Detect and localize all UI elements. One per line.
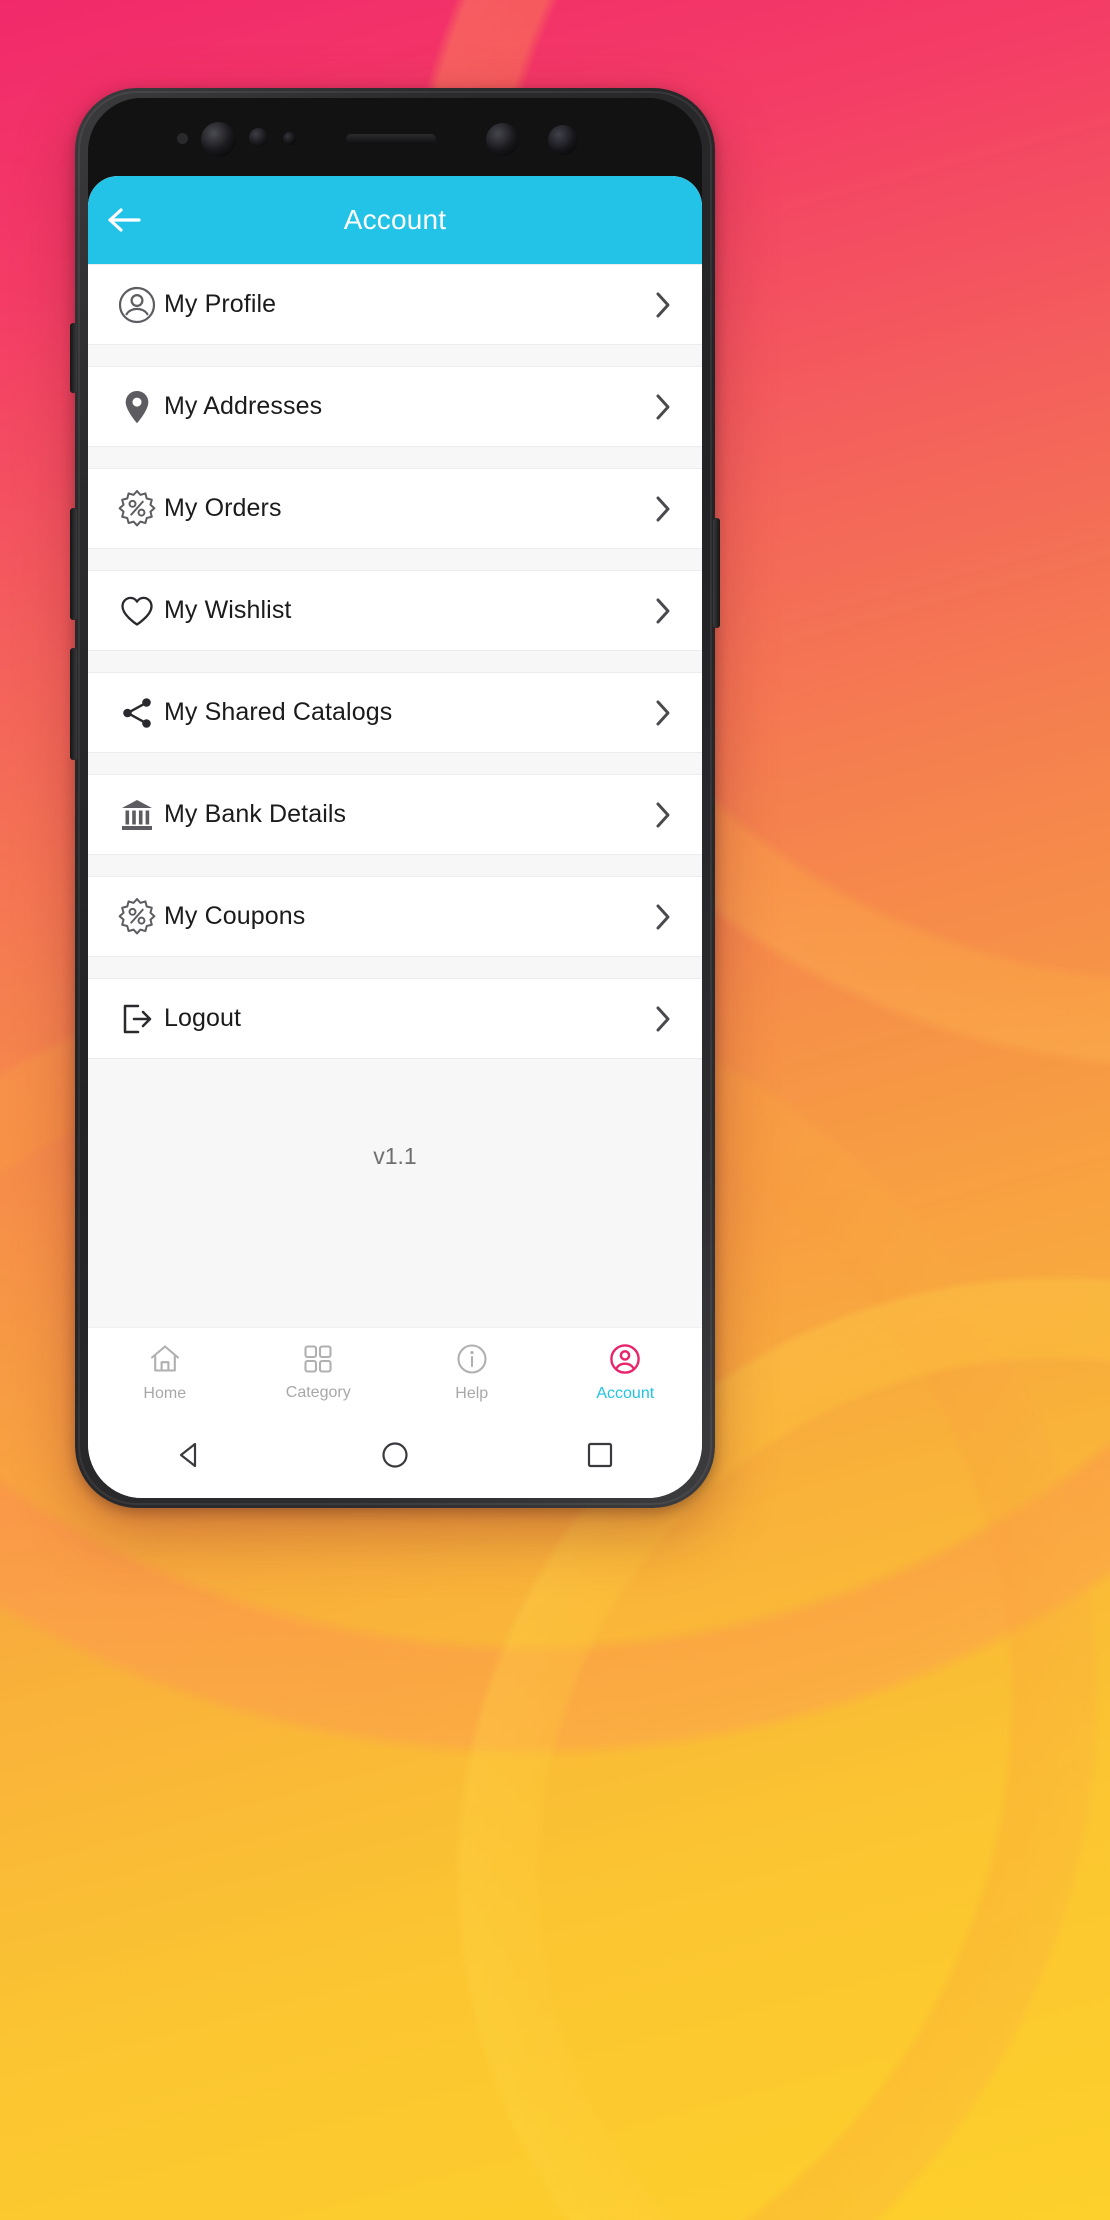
back-button[interactable] (88, 176, 162, 264)
app-header: Account (88, 176, 702, 264)
info-circle-icon (455, 1342, 489, 1381)
menu-divider (88, 549, 702, 570)
percent-badge-icon (110, 488, 164, 530)
menu-divider (88, 957, 702, 978)
percent-badge-icon (110, 896, 164, 938)
phone-mockup: Account My Profile My Addresses My Order… (70, 88, 720, 1508)
phone-side-button[interactable] (70, 323, 77, 393)
tab-label: Category (285, 1383, 351, 1401)
account-menu-list: My Profile My Addresses My Orders My Wis… (88, 264, 702, 1059)
share-icon (110, 693, 164, 733)
chevron-right-icon (646, 290, 680, 320)
earpiece-speaker (346, 134, 436, 144)
android-home-button[interactable] (360, 1427, 430, 1487)
tab-account[interactable]: Account (549, 1342, 703, 1403)
menu-divider (88, 651, 702, 672)
chevron-right-icon (646, 392, 680, 422)
android-navigation-bar (88, 1416, 702, 1498)
menu-item-my-wishlist[interactable]: My Wishlist (88, 570, 702, 651)
menu-item-my-profile[interactable]: My Profile (88, 264, 702, 345)
phone-volume-up-button[interactable] (70, 508, 77, 620)
front-camera-icon (201, 122, 236, 157)
page-title: Account (343, 204, 447, 235)
map-pin-icon (110, 387, 164, 427)
android-recents-square-icon (586, 1441, 614, 1474)
phone-screen: Account My Profile My Addresses My Order… (88, 176, 702, 1498)
sensor-dot-icon (548, 125, 578, 155)
menu-item-label: My Coupons (164, 902, 306, 930)
tab-label: Home (143, 1384, 187, 1402)
version-area: v1.1 (88, 1059, 702, 1254)
menu-item-my-bank-details[interactable]: My Bank Details (88, 774, 702, 855)
tab-home[interactable]: Home (88, 1342, 242, 1403)
menu-item-my-orders[interactable]: My Orders (88, 468, 702, 549)
grid-icon (302, 1343, 334, 1380)
chevron-right-icon (646, 698, 680, 728)
menu-divider (88, 447, 702, 468)
sensor-dot-icon (283, 132, 296, 145)
bottom-tab-bar: Home Category Help Account (88, 1327, 702, 1416)
chevron-right-icon (646, 494, 680, 524)
logout-icon (110, 999, 164, 1039)
menu-item-label: My Shared Catalogs (164, 698, 393, 726)
arrow-left-icon (108, 208, 141, 232)
menu-divider (88, 345, 702, 366)
android-back-button[interactable] (155, 1427, 225, 1487)
app-version-label: v1.1 (373, 1143, 417, 1169)
android-recents-button[interactable] (565, 1427, 635, 1487)
menu-item-logout[interactable]: Logout (88, 978, 702, 1059)
phone-bezel: Account My Profile My Addresses My Order… (88, 98, 702, 1498)
tab-label: Account (596, 1384, 655, 1402)
sensor-dot-icon (249, 128, 268, 147)
phone-top-sensor-bar (88, 98, 702, 176)
menu-item-label: My Wishlist (164, 596, 292, 624)
menu-item-my-addresses[interactable]: My Addresses (88, 366, 702, 447)
bank-icon (110, 795, 164, 835)
phone-power-button[interactable] (713, 518, 720, 628)
sensor-dot-icon (177, 133, 188, 144)
menu-item-label: My Bank Details (164, 800, 347, 828)
heart-icon (110, 591, 164, 631)
menu-divider (88, 753, 702, 774)
android-back-triangle-icon (175, 1440, 205, 1475)
tab-help[interactable]: Help (395, 1342, 549, 1403)
user-circle-icon (608, 1342, 642, 1381)
home-icon (148, 1342, 182, 1381)
menu-item-label: Logout (164, 1004, 242, 1032)
chevron-right-icon (646, 596, 680, 626)
tab-category[interactable]: Category (242, 1343, 396, 1402)
menu-item-label: My Addresses (164, 392, 323, 420)
menu-item-label: My Orders (164, 494, 282, 522)
chevron-right-icon (646, 902, 680, 932)
tab-label: Help (455, 1384, 489, 1402)
android-home-circle-icon (380, 1440, 410, 1475)
menu-item-label: My Profile (164, 290, 277, 318)
menu-item-my-coupons[interactable]: My Coupons (88, 876, 702, 957)
chevron-right-icon (646, 800, 680, 830)
user-circle-icon (110, 285, 164, 325)
sensor-dot-icon (486, 123, 519, 156)
menu-divider (88, 855, 702, 876)
chevron-right-icon (646, 1004, 680, 1034)
phone-volume-down-button[interactable] (70, 648, 77, 760)
menu-item-my-shared-catalogs[interactable]: My Shared Catalogs (88, 672, 702, 753)
